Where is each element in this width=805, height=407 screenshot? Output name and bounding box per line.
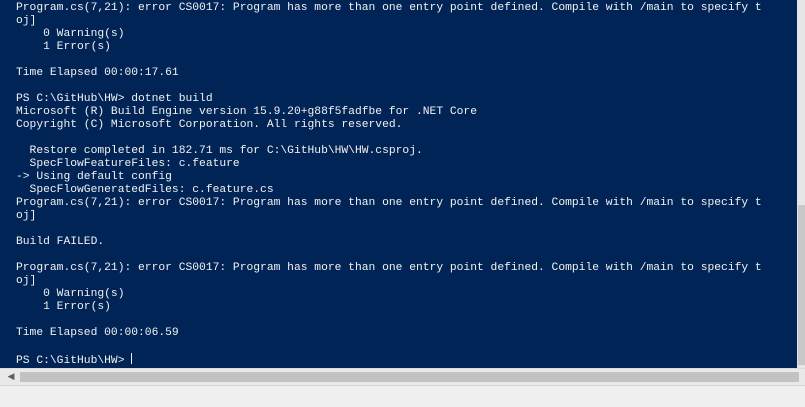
console-line: 0 Warning(s)	[16, 288, 125, 300]
console-line: oj]	[16, 210, 37, 222]
console-prompt: PS C:\GitHub\HW>	[16, 355, 132, 367]
console-line: 1 Error(s)	[16, 301, 111, 313]
horizontal-scrollbar[interactable]: ◀	[0, 368, 805, 385]
console-line: Program.cs(7,21): error CS0017: Program …	[16, 197, 762, 209]
horizontal-scrollbar-thumb[interactable]	[20, 372, 799, 382]
console-line: 0 Warning(s)	[16, 28, 125, 40]
console-line: Time Elapsed 00:00:17.61	[16, 67, 179, 79]
console-text: Program.cs(7,21): error CS0017: Program …	[16, 2, 762, 367]
console-line: Program.cs(7,21): error CS0017: Program …	[16, 262, 762, 274]
console-line: -> Using default config	[16, 171, 172, 183]
console-line: Build FAILED.	[16, 236, 105, 248]
console-line: Time Elapsed 00:00:06.59	[16, 327, 179, 339]
console-line: Program.cs(7,21): error CS0017: Program …	[16, 2, 762, 14]
vertical-scrollbar[interactable]	[797, 0, 805, 368]
console-line: oj]	[16, 15, 37, 27]
console-line: Microsoft (R) Build Engine version 15.9.…	[16, 106, 477, 118]
console-line: SpecFlowGeneratedFiles: c.feature.cs	[16, 184, 274, 196]
console-line: Copyright (C) Microsoft Corporation. All…	[16, 119, 403, 131]
console-line: Restore completed in 182.71 ms for C:\Gi…	[16, 145, 423, 157]
text-cursor	[131, 353, 133, 364]
console-output-area[interactable]: Program.cs(7,21): error CS0017: Program …	[0, 0, 797, 368]
powershell-window: Program.cs(7,21): error CS0017: Program …	[0, 0, 805, 407]
vertical-scrollbar-thumb[interactable]	[798, 205, 805, 365]
console-line: PS C:\GitHub\HW> dotnet build	[16, 93, 213, 105]
scroll-left-arrow-icon[interactable]: ◀	[4, 369, 18, 385]
console-line: SpecFlowFeatureFiles: c.feature	[16, 158, 240, 170]
console-line: 1 Error(s)	[16, 41, 111, 53]
console-line: oj]	[16, 275, 37, 287]
console-prompt-line[interactable]: PS C:\GitHub\HW>	[16, 353, 762, 367]
taskbar-strip	[0, 385, 805, 407]
